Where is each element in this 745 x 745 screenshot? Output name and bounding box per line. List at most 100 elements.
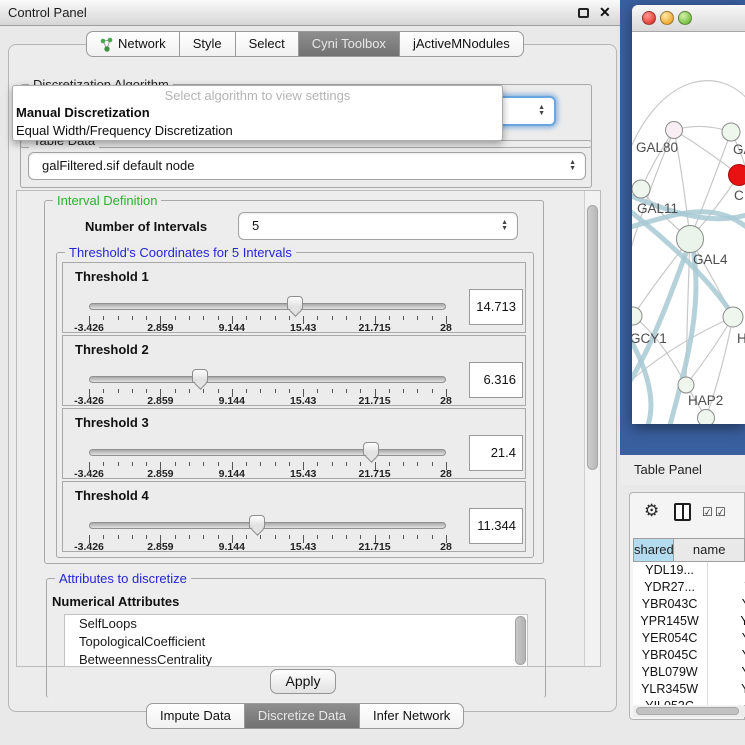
zoom-traffic-light-icon[interactable] [678,11,692,25]
table-data-select[interactable]: galFiltered.sif default node ▲▼ [28,152,586,180]
table-row[interactable]: YBR043CYBR043C [633,596,745,613]
network-window-titlebar[interactable] [632,5,745,32]
slider-tick [260,462,261,466]
tab-select[interactable]: Select [235,31,299,57]
slider-tick [360,535,361,539]
slider-tick-label: 21.715 [359,468,391,480]
slider-tick [275,462,276,466]
table-cell: YER054C [633,630,706,647]
table-row[interactable]: YBL079WYBL079W [633,664,745,681]
tab-jactivemnodules[interactable]: jActiveMNodules [399,31,524,57]
table-rows: YDL19...YDL19...YDR27...YDR27...YBR043CY… [633,562,745,705]
node-gal4[interactable] [677,226,704,253]
slider-tick [203,462,204,466]
vertical-scrollbar[interactable] [584,191,600,666]
threshold-value-field[interactable]: 21.4 [469,435,523,471]
table-cell: YDL19... [633,562,706,579]
node-hap2[interactable] [678,377,694,393]
slider-tick [346,535,347,539]
checkbox-icon[interactable]: ☑ [715,505,726,519]
slider-tick-label: -3.426 [74,541,104,553]
attribute-item-topologicalcoefficient[interactable]: TopologicalCoefficient [65,633,527,651]
table-row[interactable]: YER054CYER054C [633,630,745,647]
slider-thumb[interactable] [363,442,379,456]
node-ga[interactable] [722,123,740,141]
tab-style[interactable]: Style [179,31,236,57]
apply-button[interactable]: Apply [270,669,336,694]
option-manual-discretization[interactable]: Manual Discretization [16,105,150,120]
slider-track[interactable] [89,376,446,383]
horizontal-scrollbar[interactable] [633,706,745,717]
gear-icon[interactable]: ⚙ [644,501,659,521]
tab-label: Infer Network [373,704,450,728]
table-row[interactable]: YIL053CYIL053C [633,698,745,705]
slider-tick [103,316,104,320]
network-canvas[interactable]: GAL80GACGAL11GAL4GCY1HHAP2 [632,32,745,424]
hscrollbar-thumb[interactable] [636,707,739,715]
table-header-row: shared...name [633,538,745,562]
slider-tick [189,316,190,320]
slider-tick [346,316,347,320]
node-label: H [737,331,745,346]
tab-cyni-toolbox[interactable]: Cyni Toolbox [298,31,400,57]
slider-tick [118,316,119,320]
tab-label: jActiveMNodules [413,32,510,56]
column-header-shared[interactable]: shared... [633,538,674,562]
slider-tick [132,462,133,466]
slider-track[interactable] [89,303,446,310]
node-unlabeled[interactable] [698,410,715,425]
threshold-value-field[interactable]: 14.713 [469,289,523,325]
close-icon[interactable]: ✕ [599,4,611,21]
numerical-attributes-label: Numerical Attributes [52,594,179,609]
slider-tick-label: 9.144 [219,468,245,480]
slider-tick-label: 28 [440,395,452,407]
slider-tick-label: 9.144 [219,395,245,407]
node-label: GAL11 [637,201,678,216]
table-row[interactable]: YLR345WYLR345W [633,681,745,698]
network-graph[interactable]: GAL80GACGAL11GAL4GCY1HHAP2 [632,32,745,424]
attribute-item-selfloops[interactable]: SelfLoops [65,615,527,633]
table-row[interactable]: YDR27...YDR27... [633,579,745,596]
float-window-icon[interactable] [578,8,589,18]
tab-discretize-data[interactable]: Discretize Data [244,703,360,729]
column-header-name[interactable]: name [674,538,745,562]
minimize-traffic-light-icon[interactable] [660,11,674,25]
table-row[interactable]: YPR145WYPR145W [633,613,745,630]
tab-impute-data[interactable]: Impute Data [146,703,245,729]
slider-track[interactable] [89,449,446,456]
slider-tick [246,462,247,466]
slider-tick [346,389,347,393]
slider-tick [332,462,333,466]
slider-tick [260,316,261,320]
spinner-arrows-icon: ▲▼ [569,160,576,172]
slider-tick-label: -3.426 [74,395,104,407]
attribute-item-betweennesscentrality[interactable]: BetweennessCentrality [65,651,527,667]
slider-thumb[interactable] [249,515,265,529]
checkbox-icon[interactable]: ☑ [702,505,713,519]
node-h[interactable] [723,307,743,327]
threshold-value-field[interactable]: 6.316 [469,362,523,398]
slider-thumb[interactable] [287,296,303,310]
slider-track[interactable] [89,522,446,529]
node-gal80[interactable] [666,122,683,139]
node-c[interactable] [729,165,745,186]
spinner-arrows-icon: ▲▼ [501,220,508,232]
slider-tick [146,462,147,466]
columns-icon[interactable] [674,503,691,521]
table-cell: YPR145W [706,613,745,630]
attributes-scrollbar-thumb[interactable] [515,616,526,665]
numerical-attributes-list[interactable]: SelfLoopsTopologicalCoefficientBetweenne… [64,614,528,667]
tab-infer-network[interactable]: Infer Network [359,703,464,729]
number-of-intervals-select[interactable]: 5 ▲▼ [238,212,518,240]
slider-thumb[interactable] [192,369,208,383]
node-gal11[interactable] [632,180,650,198]
scrollbar-thumb[interactable] [587,205,598,470]
tab-network[interactable]: Network [86,31,180,57]
node-label: HAP2 [688,393,723,408]
close-traffic-light-icon[interactable] [642,11,656,25]
option-equal-width-frequency[interactable]: Equal Width/Frequency Discretization [16,123,233,138]
table-row[interactable]: YDL19...YDL19... [633,562,745,579]
threshold-value-field[interactable]: 11.344 [469,508,523,544]
tab-label: Select [249,32,285,56]
table-row[interactable]: YBR045CYBR045C [633,647,745,664]
